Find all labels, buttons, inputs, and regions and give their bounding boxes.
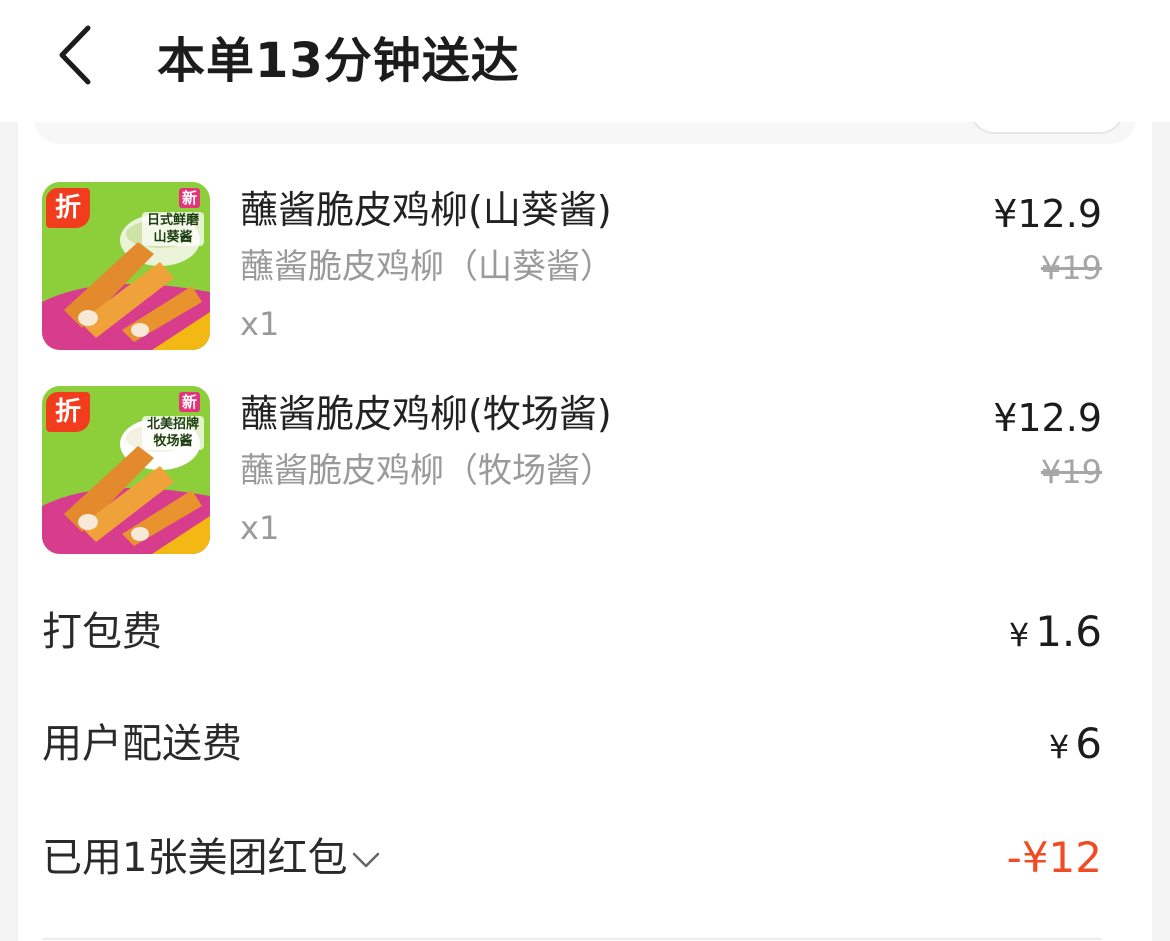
chevron-down-icon [353,852,380,868]
product-image: 折 新 日式鲜磨山葵酱 [42,182,210,350]
packing-fee-amount: 1.6 [1035,607,1102,656]
packing-fee-row: 打包费 ¥1.6 [42,602,1102,662]
order-detail-page: 本单13分钟送达 折 新 日式鲜磨山葵酱 蘸酱脆皮鸡柳(山葵酱) 蘸酱脆皮鸡柳（… [0,0,1170,941]
delivery-fee-amount: 6 [1075,719,1102,768]
delivery-fee-value: ¥6 [1049,714,1102,777]
coupon-row[interactable]: 已用1张美团红包 -¥12 [42,828,1102,888]
flavor-tag: 日式鲜磨山葵酱 [142,212,204,246]
delivery-fee-label: 用户配送费 [42,721,242,767]
discount-badge: 折 [46,188,90,228]
item-spec: 蘸酱脆皮鸡柳（山葵酱） [240,247,614,287]
item-spec: 蘸酱脆皮鸡柳（牧场酱） [240,451,614,491]
page-title: 本单13分钟送达 [157,33,520,89]
item-price: ¥12.9 [993,192,1102,236]
coupon-label: 已用1张美团红包 [42,835,348,881]
packing-fee-value: ¥1.6 [1009,602,1102,665]
item-name: 蘸酱脆皮鸡柳(山葵酱) [240,188,612,232]
item-name: 蘸酱脆皮鸡柳(牧场酱) [240,392,612,436]
coupon-value: -¥12 [1006,833,1102,882]
order-item[interactable]: 折 新 日式鲜磨山葵酱 蘸酱脆皮鸡柳(山葵酱) 蘸酱脆皮鸡柳（山葵酱） x1 ¥… [42,182,1102,350]
item-original-price: ¥19 [1040,453,1102,491]
item-quantity: x1 [240,305,280,343]
item-original-price: ¥19 [1040,249,1102,287]
order-item[interactable]: 折 新 北美招牌牧场酱 蘸酱脆皮鸡柳(牧场酱) 蘸酱脆皮鸡柳（牧场酱） x1 ¥… [42,386,1102,554]
item-quantity: x1 [240,509,280,547]
divider [42,938,1102,940]
coupon-toggle[interactable]: 已用1张美团红包 [42,828,381,888]
item-price: ¥12.9 [993,396,1102,440]
delivery-fee-row: 用户配送费 ¥6 [42,714,1102,774]
flavor-tag: 北美招牌牧场酱 [142,416,204,450]
back-button[interactable] [52,20,108,90]
top-bar: 本单13分钟送达 [0,0,1170,122]
product-image: 折 新 北美招牌牧场酱 [42,386,210,554]
chevron-left-icon [59,25,91,85]
discount-badge: 折 [46,392,90,432]
currency-symbol: ¥ [1008,616,1030,654]
currency-symbol: ¥ [1048,728,1070,766]
new-tag: 新 [178,188,200,208]
new-tag: 新 [178,392,200,412]
packing-fee-label: 打包费 [42,609,162,655]
